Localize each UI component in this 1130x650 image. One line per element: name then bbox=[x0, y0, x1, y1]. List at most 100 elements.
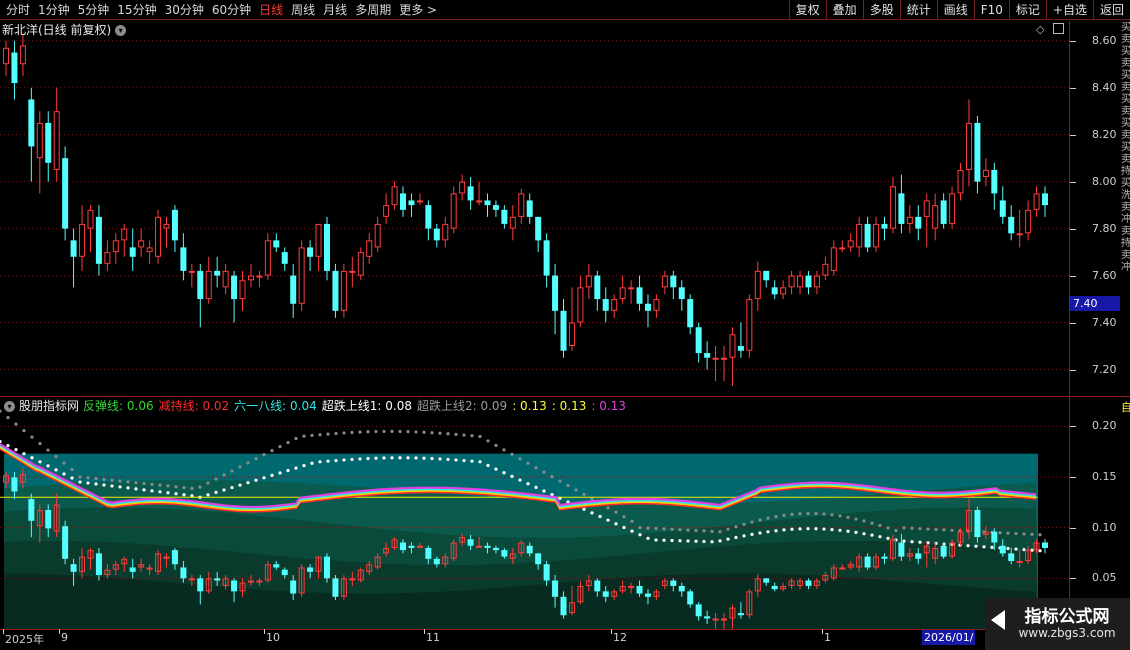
candle bbox=[205, 256, 212, 304]
price-tick-label: 8.00 bbox=[1092, 174, 1117, 188]
period-tab[interactable]: 更多 > bbox=[395, 0, 441, 20]
indicator-menu-icon[interactable]: ▾ bbox=[4, 400, 15, 412]
indicator-dot bbox=[126, 480, 130, 484]
tool-button[interactable]: +自选 bbox=[1045, 0, 1093, 20]
candle bbox=[45, 111, 52, 182]
tool-button[interactable]: 画线 bbox=[936, 0, 974, 20]
indicator-pane[interactable]: ▾ 股朋指标网 反弹线: 0.06 减持线: 0.02 六一八线: 0.04 超跌上线… bbox=[0, 397, 1069, 629]
price-pane[interactable]: 新北洋(日线 前复权) ▾ ◇ bbox=[0, 21, 1069, 396]
indicator-candle-body bbox=[256, 580, 263, 583]
period-tab[interactable]: 30分钟 bbox=[161, 0, 208, 20]
indicator-dot bbox=[38, 460, 42, 464]
candle bbox=[281, 247, 288, 271]
indicator-dot bbox=[622, 525, 626, 530]
candle bbox=[771, 280, 778, 300]
indicator-dot bbox=[758, 531, 762, 535]
indicator-dot bbox=[102, 483, 106, 487]
period-tab[interactable]: 5分钟 bbox=[74, 0, 114, 20]
indicator-dot bbox=[766, 530, 770, 534]
indicator-candle-body bbox=[915, 553, 922, 559]
indicator-tick-label: 0.10 bbox=[1092, 520, 1117, 534]
tool-button[interactable]: 标记 bbox=[1008, 0, 1046, 20]
candle-body bbox=[256, 275, 263, 278]
candle bbox=[509, 205, 516, 241]
indicator-dot bbox=[582, 507, 586, 511]
indicator-value: 减持线: 0.02 bbox=[158, 399, 230, 413]
indicator-dot bbox=[742, 534, 746, 538]
candle-body bbox=[366, 240, 373, 257]
indicator-dot bbox=[798, 512, 802, 516]
tool-button[interactable]: 叠加 bbox=[825, 0, 863, 20]
indicator-dot bbox=[630, 529, 634, 533]
indicator-dot bbox=[406, 430, 410, 434]
indicator-dot bbox=[726, 537, 730, 541]
indicator-dot bbox=[302, 464, 306, 468]
candle bbox=[797, 270, 804, 295]
title-menu-icon[interactable]: ▾ bbox=[115, 24, 127, 36]
indicator-dot bbox=[14, 448, 18, 452]
indicator-dot bbox=[1038, 533, 1042, 537]
diamond-icon[interactable]: ◇ bbox=[1036, 23, 1044, 36]
period-tab[interactable]: 分时 bbox=[2, 0, 34, 20]
tool-button[interactable]: 多股 bbox=[862, 0, 900, 20]
candle-body bbox=[129, 247, 136, 257]
candlestick-chart[interactable] bbox=[0, 21, 1069, 396]
tool-button[interactable]: 复权 bbox=[788, 0, 826, 20]
indicator-dot bbox=[286, 440, 290, 445]
pane-toggle-icon[interactable] bbox=[1053, 23, 1064, 34]
price-tick-mark bbox=[1070, 181, 1076, 183]
indicator-dot bbox=[46, 448, 50, 452]
candle-body bbox=[670, 275, 677, 288]
period-tab[interactable]: 15分钟 bbox=[113, 0, 160, 20]
indicator-dot bbox=[558, 479, 562, 483]
candle-body bbox=[628, 287, 635, 290]
indicator-dot bbox=[486, 439, 490, 443]
indicator-dot bbox=[534, 485, 538, 489]
candle bbox=[889, 176, 896, 234]
tool-buttons: 复权 叠加 多股 统计 画线 F10 标记 +自选 返回 bbox=[788, 0, 1130, 20]
candle bbox=[290, 263, 297, 318]
candle bbox=[864, 216, 871, 253]
indicator-chart[interactable] bbox=[0, 397, 1069, 629]
period-tab[interactable]: 60分钟 bbox=[208, 0, 255, 20]
indicator-dot bbox=[478, 460, 482, 464]
indicator-candle-body bbox=[839, 567, 846, 570]
indicator-dot bbox=[382, 429, 386, 434]
period-tab[interactable]: 多周期 bbox=[351, 0, 395, 20]
candle bbox=[400, 186, 407, 217]
indicator-dot bbox=[774, 529, 778, 533]
candle bbox=[155, 209, 162, 264]
date-tick-label: 1 bbox=[824, 631, 831, 644]
price-tick-label: 7.80 bbox=[1092, 221, 1117, 235]
period-tab[interactable]: 1分钟 bbox=[34, 0, 74, 20]
tool-button[interactable]: 返回 bbox=[1092, 0, 1130, 20]
candle-body bbox=[79, 223, 86, 257]
price-tick-mark bbox=[1070, 87, 1076, 89]
candle bbox=[188, 263, 195, 288]
candle bbox=[459, 174, 466, 201]
tool-button[interactable]: F10 bbox=[973, 0, 1009, 20]
candle-body bbox=[737, 346, 744, 351]
indicator-candle-body bbox=[594, 580, 601, 592]
indicator-dot bbox=[718, 530, 722, 534]
period-tab[interactable]: 周线 bbox=[287, 0, 319, 20]
candle bbox=[357, 247, 364, 281]
price-tick-mark bbox=[1070, 369, 1076, 371]
indicator-side-label: 自 bbox=[1121, 401, 1130, 414]
candle-body bbox=[298, 247, 305, 304]
indicator-dot bbox=[374, 456, 378, 460]
candle-body bbox=[661, 275, 668, 288]
tool-button[interactable]: 统计 bbox=[899, 0, 937, 20]
candle-body bbox=[763, 270, 770, 281]
indicator-dot bbox=[310, 461, 314, 465]
indicator-dot bbox=[374, 429, 378, 434]
indicator-dot bbox=[478, 434, 482, 439]
candle-body bbox=[19, 45, 26, 65]
candle bbox=[552, 263, 559, 335]
candle bbox=[873, 216, 880, 253]
indicator-candle-body bbox=[129, 567, 136, 572]
indicator-dot bbox=[254, 478, 258, 482]
period-tab[interactable]: 月线 bbox=[319, 0, 351, 20]
period-tab[interactable]: 日线 bbox=[255, 0, 287, 20]
candle-body bbox=[923, 200, 930, 217]
